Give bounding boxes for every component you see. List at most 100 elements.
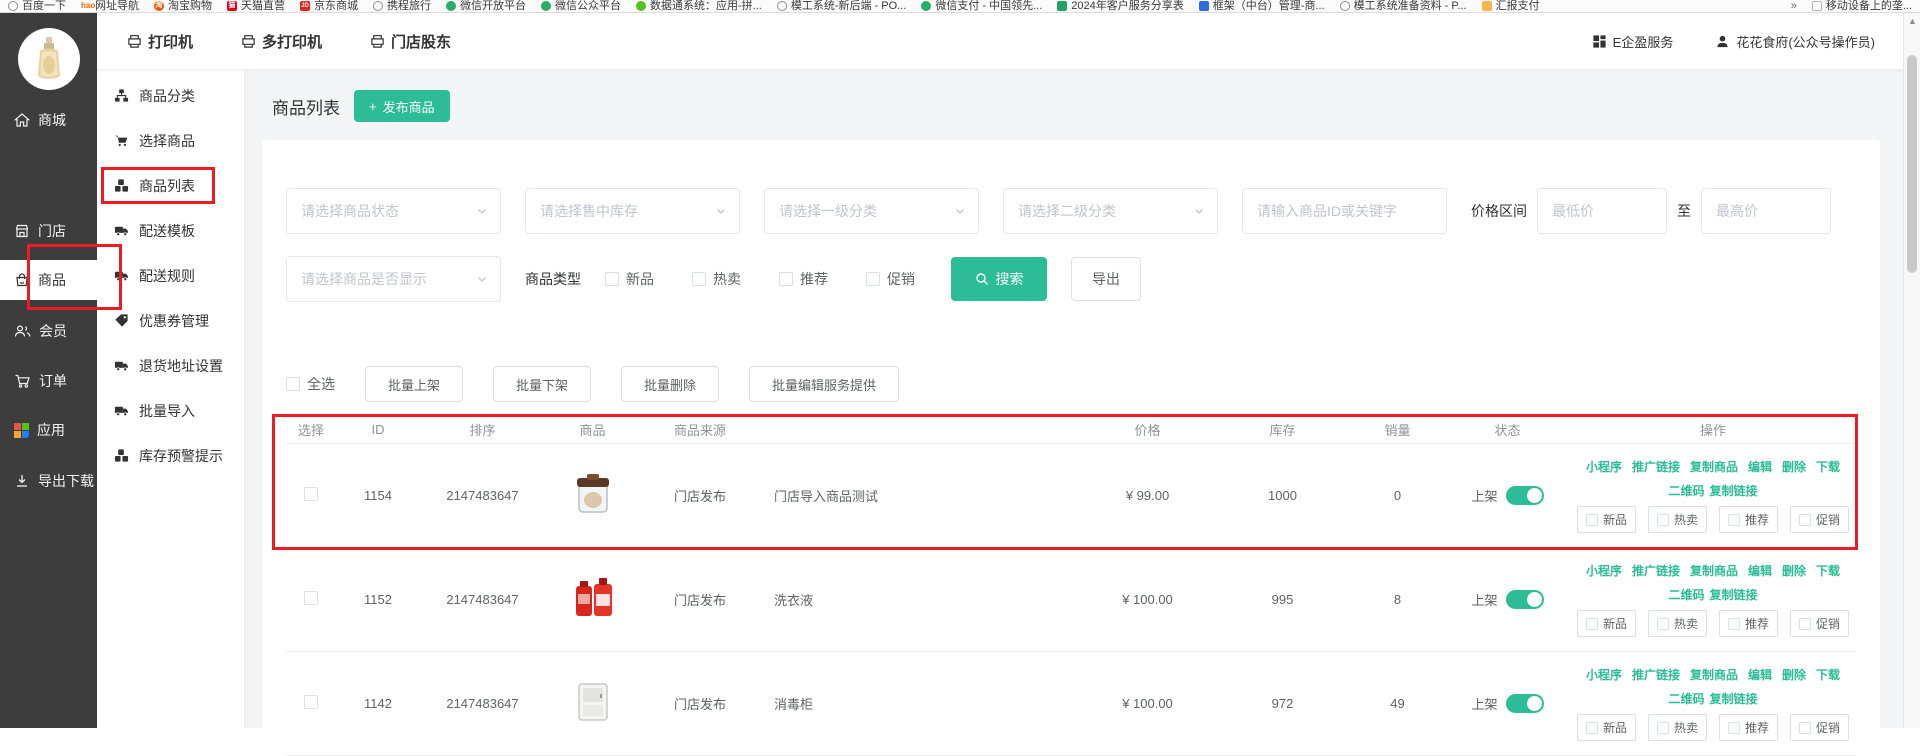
- min-price-input[interactable]: [1537, 188, 1667, 234]
- bookmark-item[interactable]: 模工系统准备资料 - P...: [1340, 0, 1467, 13]
- submenu-item-categories[interactable]: 商品分类: [97, 73, 244, 118]
- link-delete[interactable]: 删除: [1782, 458, 1806, 475]
- link-qrcode[interactable]: 二维码: [1668, 690, 1704, 707]
- type-checkbox-new[interactable]: 新品: [605, 269, 654, 289]
- link-mini-program[interactable]: 小程序: [1586, 562, 1622, 579]
- bookmark-item[interactable]: 框架（中台）管理-商...: [1199, 0, 1325, 13]
- tag-hot[interactable]: 热卖: [1648, 506, 1707, 533]
- export-button[interactable]: 导出: [1071, 257, 1141, 301]
- bookmark-item[interactable]: 数据通系统：应用-拼...: [636, 0, 762, 13]
- submenu-item-select-goods[interactable]: 选择商品: [97, 118, 244, 163]
- link-mini-program[interactable]: 小程序: [1586, 458, 1622, 475]
- submenu-item-delivery-rules[interactable]: 配送规则: [97, 253, 244, 298]
- link-copy-url[interactable]: 复制链接: [1710, 690, 1758, 707]
- bookmark-item[interactable]: 模工系统-新后端 - PO...: [777, 0, 907, 13]
- row-checkbox[interactable]: [304, 695, 318, 709]
- status-toggle[interactable]: [1506, 486, 1544, 505]
- search-button[interactable]: 搜索: [951, 257, 1047, 301]
- sidebar-item-goods[interactable]: 商品: [0, 260, 97, 300]
- link-download[interactable]: 下载: [1816, 458, 1840, 475]
- submenu-item-return-address[interactable]: 退货地址设置: [97, 343, 244, 388]
- sidebar-item-apps[interactable]: 应用: [0, 410, 97, 450]
- batch-on-shelf-button[interactable]: 批量上架: [365, 366, 463, 402]
- link-copy-goods[interactable]: 复制商品: [1690, 458, 1738, 475]
- link-delete[interactable]: 删除: [1782, 666, 1806, 683]
- bookmarks-overflow-chevron[interactable]: »: [1791, 0, 1797, 12]
- sidebar-item-export-download[interactable]: 导出下载: [0, 461, 97, 501]
- bookmark-item[interactable]: 百度一下: [8, 0, 66, 13]
- type-checkbox-recommend[interactable]: 推荐: [779, 269, 828, 289]
- batch-off-shelf-button[interactable]: 批量下架: [493, 366, 591, 402]
- status-toggle[interactable]: [1506, 694, 1544, 713]
- link-copy-url[interactable]: 复制链接: [1710, 586, 1758, 603]
- link-promo-link[interactable]: 推广链接: [1632, 458, 1680, 475]
- status-toggle[interactable]: [1506, 590, 1544, 609]
- tag-promo[interactable]: 促销: [1790, 610, 1849, 637]
- service-entry[interactable]: E企盈服务: [1592, 32, 1674, 51]
- link-edit[interactable]: 编辑: [1748, 562, 1772, 579]
- goods-display-select[interactable]: 请选择商品是否显示: [286, 256, 501, 302]
- bookmark-item[interactable]: 淘淘宝购物: [154, 0, 212, 13]
- link-download[interactable]: 下载: [1816, 562, 1840, 579]
- batch-edit-service-button[interactable]: 批量编辑服务提供: [749, 366, 899, 402]
- tag-recommend[interactable]: 推荐: [1719, 610, 1778, 637]
- link-edit[interactable]: 编辑: [1748, 458, 1772, 475]
- bookmark-item[interactable]: hao网址导航: [81, 0, 139, 13]
- multi-printer-link[interactable]: 多打印机: [241, 31, 322, 52]
- link-download[interactable]: 下载: [1816, 666, 1840, 683]
- link-qrcode[interactable]: 二维码: [1668, 586, 1704, 603]
- link-qrcode[interactable]: 二维码: [1668, 482, 1704, 499]
- link-mini-program[interactable]: 小程序: [1586, 666, 1622, 683]
- bookmark-item[interactable]: 移动设备上的垄...: [1812, 0, 1912, 13]
- avatar[interactable]: [18, 28, 80, 90]
- bookmark-item[interactable]: 汇报支付: [1482, 0, 1540, 13]
- second-category-select[interactable]: 请选择二级分类: [1003, 188, 1218, 234]
- link-copy-goods[interactable]: 复制商品: [1690, 666, 1738, 683]
- bookmark-item[interactable]: JD京东商城: [300, 0, 358, 13]
- select-all-checkbox[interactable]: 全选: [286, 374, 335, 394]
- link-copy-url[interactable]: 复制链接: [1710, 482, 1758, 499]
- submenu-item-coupons[interactable]: 优惠券管理: [97, 298, 244, 343]
- bookmark-item[interactable]: 微信开放平台: [446, 0, 526, 13]
- type-checkbox-promo[interactable]: 促销: [866, 269, 915, 289]
- link-copy-goods[interactable]: 复制商品: [1690, 562, 1738, 579]
- submenu-item-goods-list[interactable]: 商品列表: [97, 163, 244, 208]
- sidebar-item-orders[interactable]: 订单: [0, 361, 97, 401]
- scrollbar-thumb[interactable]: [1907, 55, 1917, 273]
- link-edit[interactable]: 编辑: [1748, 666, 1772, 683]
- sidebar-item-members[interactable]: 会员: [0, 311, 97, 351]
- scroll-up-arrow-icon[interactable]: ▲: [1904, 13, 1920, 29]
- publish-goods-button[interactable]: + 发布商品: [354, 90, 450, 122]
- stock-on-sale-select[interactable]: 请选择售中库存: [525, 188, 740, 234]
- tag-recommend[interactable]: 推荐: [1719, 506, 1778, 533]
- tag-hot[interactable]: 热卖: [1648, 610, 1707, 637]
- batch-delete-button[interactable]: 批量删除: [621, 366, 719, 402]
- store-shareholder-link[interactable]: 门店股东: [370, 31, 451, 52]
- sidebar-item-store[interactable]: 门店: [0, 211, 97, 251]
- tag-promo[interactable]: 促销: [1790, 506, 1849, 533]
- page-scrollbar[interactable]: ▲: [1903, 13, 1920, 728]
- keyword-input[interactable]: [1242, 188, 1447, 234]
- first-category-select[interactable]: 请选择一级分类: [764, 188, 979, 234]
- row-checkbox[interactable]: [304, 591, 318, 605]
- bookmark-item[interactable]: 猫天猫直营: [227, 0, 285, 13]
- submenu-item-delivery-template[interactable]: 配送模板: [97, 208, 244, 253]
- submenu-item-stock-warning[interactable]: 库存预警提示: [97, 433, 244, 478]
- max-price-input[interactable]: [1701, 188, 1831, 234]
- link-delete[interactable]: 删除: [1782, 562, 1806, 579]
- bookmark-item[interactable]: 微信支付 - 中国领先...: [921, 0, 1042, 13]
- link-promo-link[interactable]: 推广链接: [1632, 562, 1680, 579]
- bookmark-item[interactable]: 微信公众平台: [541, 0, 621, 13]
- link-promo-link[interactable]: 推广链接: [1632, 666, 1680, 683]
- type-checkbox-hot[interactable]: 热卖: [692, 269, 741, 289]
- submenu-item-batch-import[interactable]: 批量导入: [97, 388, 244, 433]
- row-checkbox[interactable]: [304, 487, 318, 501]
- tag-new[interactable]: 新品: [1577, 610, 1636, 637]
- goods-status-select[interactable]: 请选择商品状态: [286, 188, 501, 234]
- tag-new[interactable]: 新品: [1577, 506, 1636, 533]
- sidebar-item-mall[interactable]: 商城: [0, 100, 97, 140]
- printer-link[interactable]: 打印机: [127, 31, 193, 52]
- bookmark-item[interactable]: 携程旅行: [373, 0, 431, 13]
- current-user[interactable]: 花花食府(公众号操作员): [1715, 32, 1875, 51]
- bookmark-item[interactable]: 2024年客户服务分享表: [1057, 0, 1183, 13]
